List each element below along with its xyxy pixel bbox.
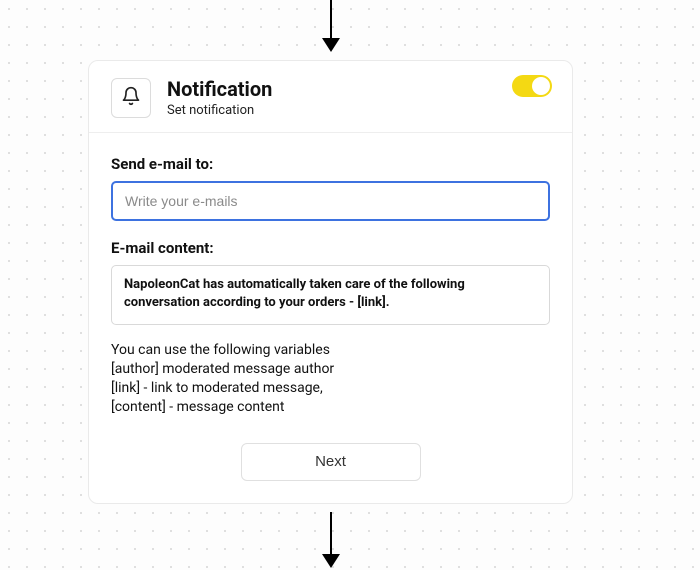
notification-toggle[interactable] [512, 75, 552, 97]
arrow-down-icon [322, 38, 340, 52]
card-header: Notification Set notification [89, 61, 572, 133]
next-button[interactable]: Next [241, 443, 421, 481]
notification-card: Notification Set notification Send e-mai… [88, 60, 573, 504]
hint-line: You can use the following variables [111, 341, 550, 360]
bell-icon [121, 86, 141, 110]
hint-line: [link] - link to moderated message, [111, 379, 550, 398]
card-subtitle: Set notification [167, 103, 272, 118]
hint-line: [content] - message content [111, 398, 550, 417]
content-label: E-mail content: [111, 239, 550, 257]
bell-icon-box [111, 78, 151, 118]
card-title: Notification [167, 77, 272, 101]
toggle-knob [532, 77, 550, 95]
arrow-down-icon [322, 554, 340, 568]
variables-hint: You can use the following variables [aut… [111, 341, 550, 417]
card-body: Send e-mail to: E-mail content: You can … [89, 133, 572, 503]
email-content-textarea[interactable] [111, 265, 550, 325]
hint-line: [author] moderated message author [111, 360, 550, 379]
email-label: Send e-mail to: [111, 155, 550, 173]
email-input[interactable] [111, 181, 550, 221]
